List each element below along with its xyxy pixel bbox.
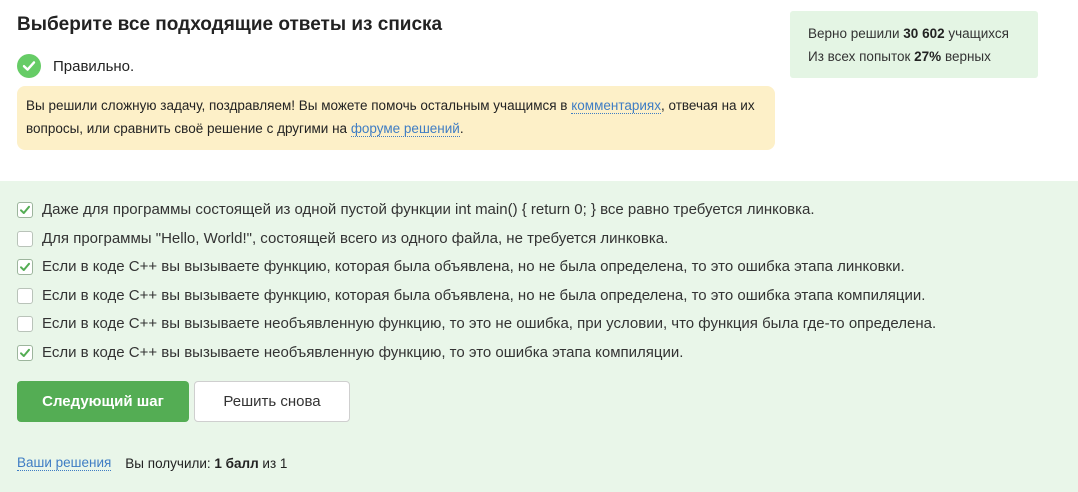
solved-count: 30 602 — [903, 26, 945, 41]
checkmark-icon — [20, 348, 30, 357]
answer-checkbox[interactable] — [17, 344, 33, 361]
answer-option[interactable]: Если в коде C++ вы вызываете функцию, ко… — [17, 287, 925, 304]
answer-label: Даже для программы состоящей из одной пу… — [42, 201, 815, 218]
answer-label: Если в коде C++ вы вызываете необъявленн… — [42, 315, 937, 332]
answer-checkbox[interactable] — [17, 230, 33, 247]
answer-option[interactable]: Для программы "Hello, World!", состоящей… — [17, 230, 668, 247]
score-text: Вы получили: 1 балл из 1 — [125, 455, 288, 471]
congrats-text: Вы решили сложную задачу, поздравляем! В… — [26, 98, 572, 113]
success-rate-line: Из всех попыток 27% верных — [808, 48, 991, 64]
answer-label: Если в коде C++ вы вызываете функцию, ко… — [42, 287, 926, 304]
score-value: 1 балл — [214, 455, 259, 471]
footer: Ваши решения Вы получили: 1 балл из 1 — [17, 455, 287, 471]
answer-checkbox[interactable] — [17, 201, 33, 218]
result-label: Правильно. — [53, 57, 135, 75]
answer-option[interactable]: Если в коде C++ вы вызываете функцию, ко… — [17, 258, 905, 275]
answers-panel — [0, 181, 1078, 492]
answer-option[interactable]: Если в коде C++ вы вызываете необъявленн… — [17, 315, 936, 332]
answer-checkbox[interactable] — [17, 315, 33, 332]
page-title: Выберите все подходящие ответы из списка — [17, 14, 443, 35]
checkmark-icon — [20, 205, 30, 214]
checkmark-icon — [20, 262, 30, 271]
answer-checkbox[interactable] — [17, 287, 33, 304]
result-status: Правильно. — [17, 54, 134, 78]
solutions-forum-link[interactable]: форуме решений — [350, 120, 460, 137]
success-rate: 27% — [914, 48, 942, 64]
answer-checkbox[interactable] — [17, 258, 33, 275]
stats-panel: Верно решили 30 602 учащихся Из всех поп… — [790, 11, 1038, 78]
comments-link[interactable]: комментариях — [571, 98, 661, 114]
success-check-icon — [17, 54, 41, 78]
congrats-banner: Вы решили сложную задачу, поздравляем! В… — [17, 86, 775, 150]
next-step-button[interactable]: Следующий шаг — [17, 381, 189, 422]
your-solutions-link[interactable]: Ваши решения — [17, 455, 112, 471]
answer-label: Для программы "Hello, World!", состоящей… — [42, 230, 669, 247]
solve-again-button[interactable]: Решить снова — [194, 381, 350, 422]
answer-option[interactable]: Если в коде C++ вы вызываете необъявленн… — [17, 344, 683, 361]
answer-option[interactable]: Даже для программы состоящей из одной пу… — [17, 201, 815, 218]
congrats-text: . — [459, 120, 464, 136]
answer-label: Если в коде C++ вы вызываете функцию, ко… — [42, 258, 905, 275]
solved-count-line: Верно решили 30 602 учащихся — [808, 26, 1009, 41]
answer-label: Если в коде C++ вы вызываете необъявленн… — [42, 344, 684, 361]
